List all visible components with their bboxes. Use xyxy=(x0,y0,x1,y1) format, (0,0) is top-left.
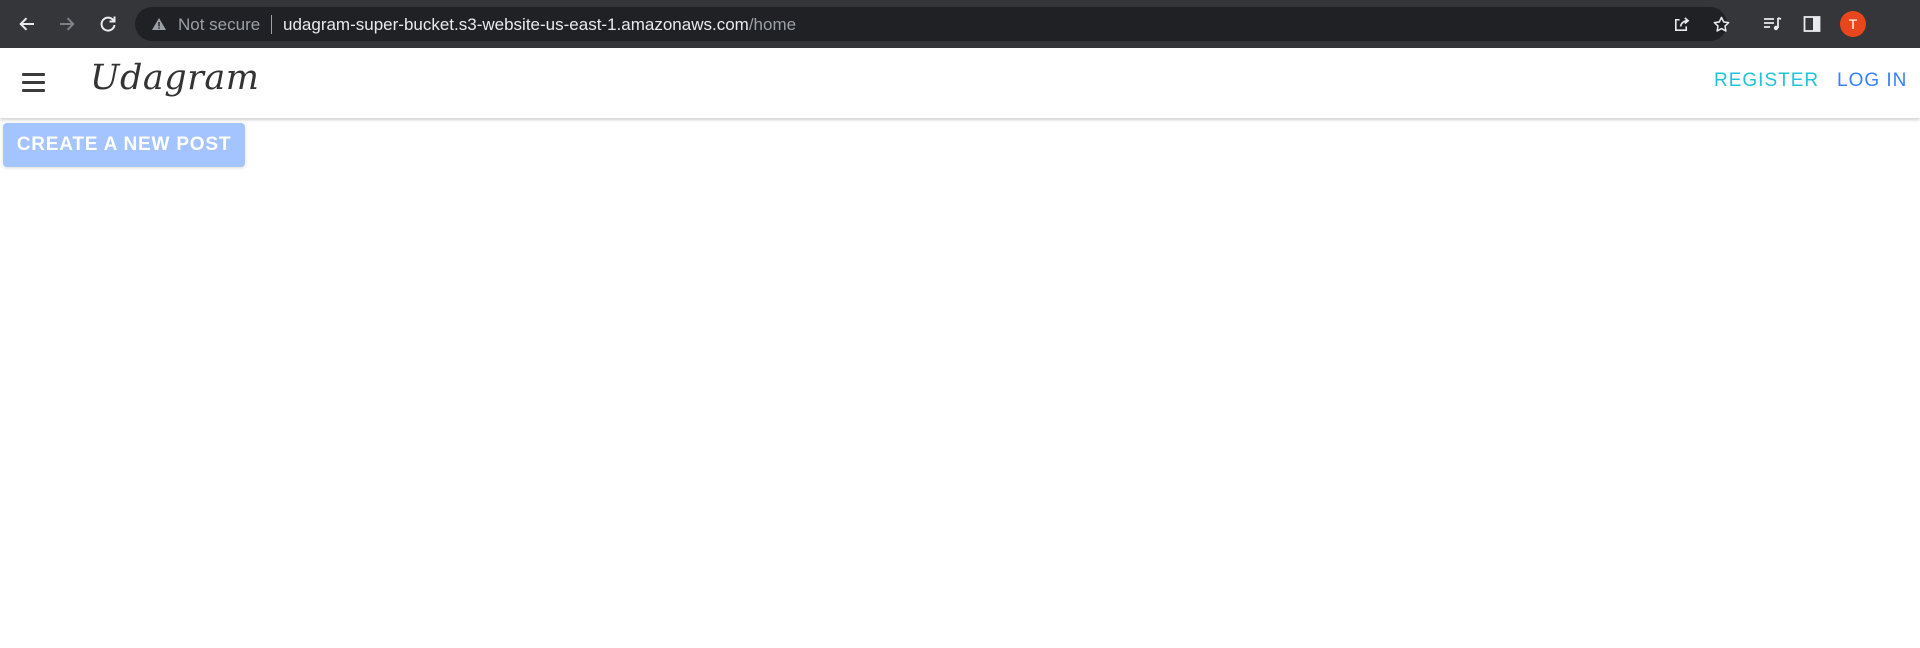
bookmark-button[interactable] xyxy=(1710,13,1732,35)
profile-avatar[interactable]: T xyxy=(1840,11,1866,37)
star-icon xyxy=(1713,16,1729,32)
forward-button[interactable] xyxy=(53,10,81,38)
side-panel-button[interactable] xyxy=(1800,12,1824,36)
reload-icon xyxy=(100,16,116,32)
address-bar[interactable]: Not secure udagram-super-bucket.s3-websi… xyxy=(135,7,1729,41)
back-button[interactable] xyxy=(13,10,41,38)
hamburger-line xyxy=(22,81,45,84)
media-control-button[interactable] xyxy=(1760,12,1784,36)
url-path: /home xyxy=(748,15,797,34)
menu-button[interactable] xyxy=(20,70,50,96)
url-text[interactable]: udagram-super-bucket.s3-website-us-east-… xyxy=(283,15,796,35)
login-link[interactable]: LOG IN xyxy=(1837,70,1907,92)
warning-icon xyxy=(152,18,166,30)
app-header: Udagram REGISTER LOG IN xyxy=(0,48,1920,118)
create-post-button[interactable]: CREATE A NEW POST xyxy=(3,123,245,167)
address-divider xyxy=(271,15,272,34)
back-arrow-icon xyxy=(19,17,34,31)
share-icon xyxy=(1674,16,1689,31)
hamburger-line xyxy=(22,73,45,76)
url-host: udagram-super-bucket.s3-website-us-east-… xyxy=(283,15,749,34)
register-link[interactable]: REGISTER xyxy=(1714,70,1819,92)
forward-arrow-icon xyxy=(60,17,75,31)
reload-button[interactable] xyxy=(94,10,122,38)
media-queue-icon xyxy=(1764,17,1782,31)
app-title: Udagram xyxy=(90,58,260,98)
browser-toolbar: Not secure udagram-super-bucket.s3-websi… xyxy=(0,0,1920,48)
hamburger-line xyxy=(22,89,45,92)
security-label[interactable]: Not secure xyxy=(178,15,260,35)
side-panel-icon xyxy=(1803,16,1821,32)
share-button[interactable] xyxy=(1670,13,1692,35)
